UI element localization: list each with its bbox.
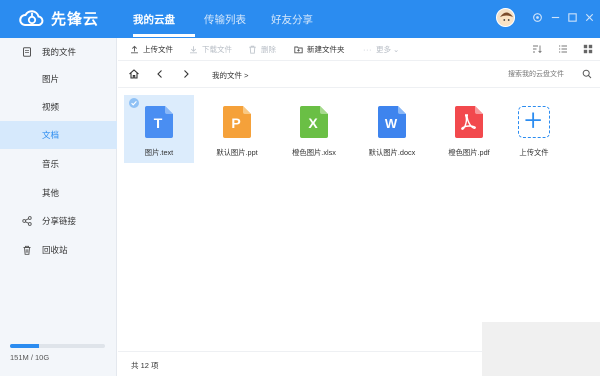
file-name: 橙色图片.xlsx — [292, 148, 336, 157]
avatar[interactable] — [496, 8, 515, 27]
ppt-file-icon: P — [223, 106, 251, 138]
sidebar-item-label: 图片 — [42, 74, 60, 84]
minimize-icon[interactable] — [549, 12, 561, 24]
file-item-xlsx[interactable]: X 橙色图片.xlsx — [279, 95, 349, 163]
delete-label: 删除 — [261, 45, 276, 54]
maximize-icon[interactable] — [566, 12, 578, 24]
app-name: 先锋云 — [51, 10, 100, 28]
settings-icon[interactable] — [531, 12, 543, 24]
back-arrow-icon[interactable] — [154, 68, 166, 80]
svg-text:P: P — [231, 115, 240, 131]
sidebar: 我的文件 图片 视频 文档 音乐 其他 分享链接 回收站 151M / 10G — [0, 38, 117, 376]
text-file-icon: T — [145, 106, 173, 138]
file-name: 橙色图片.pdf — [448, 148, 490, 157]
close-icon[interactable] — [583, 12, 595, 24]
upload-file-tile[interactable]: 上传文件 — [499, 95, 569, 163]
check-icon[interactable] — [129, 98, 139, 108]
storage-progress-bar — [10, 344, 105, 348]
upload-file-button[interactable]: 上传文件 — [130, 44, 173, 55]
upload-plus-icon — [518, 106, 550, 138]
upload-file-label: 上传文件 — [143, 45, 173, 54]
more-label: 更多 — [376, 45, 391, 54]
upload-icon — [131, 45, 138, 54]
file-item-docx[interactable]: W 默认图片.docx — [357, 95, 427, 163]
new-folder-label: 新建文件夹 — [307, 45, 345, 54]
word-file-icon: W — [378, 106, 406, 138]
grid-view-icon[interactable] — [583, 44, 593, 54]
top-bar: 先锋云 我的云盘 传输列表 好友分享 — [0, 0, 600, 38]
folder-plus-icon — [294, 46, 303, 54]
pdf-file-icon — [455, 106, 483, 138]
share-icon — [22, 216, 32, 226]
upload-tile-label: 上传文件 — [519, 148, 549, 157]
chevron-down-icon: ⌄ — [393, 45, 400, 54]
sidebar-item-other[interactable]: 其他 — [0, 179, 117, 207]
new-folder-button[interactable]: 新建文件夹 — [294, 44, 345, 55]
sidebar-item-videos[interactable]: 视频 — [0, 93, 117, 121]
corner-overlay — [482, 322, 600, 376]
app-logo: 先锋云 — [18, 7, 99, 29]
more-button[interactable]: ··· 更多 ⌄ — [363, 44, 399, 55]
sidebar-item-label: 视频 — [42, 102, 60, 112]
path-bar: 我的文件 > — [118, 61, 600, 88]
toolbar: 上传文件 下载文件 删除 新建文件夹 ··· 更多 ⌄ — [118, 38, 600, 61]
sidebar-item-label: 我的文件 — [42, 47, 77, 57]
file-name: 默认图片.docx — [368, 148, 416, 157]
file-name: 图片.text — [144, 148, 174, 157]
trash-icon — [249, 45, 256, 54]
cloud-logo-icon — [19, 10, 44, 26]
svg-text:T: T — [154, 115, 163, 131]
file-icon — [23, 47, 31, 57]
sidebar-item-share-links[interactable]: 分享链接 — [0, 207, 117, 235]
sidebar-item-documents[interactable]: 文档 — [0, 121, 117, 149]
file-item-text[interactable]: T 图片.text — [124, 95, 194, 163]
sidebar-item-label: 回收站 — [42, 245, 68, 255]
sidebar-item-recycle-bin[interactable]: 回收站 — [0, 236, 117, 264]
avatar-face-icon — [500, 12, 513, 26]
tab-transfer-list[interactable]: 传输列表 — [204, 12, 246, 27]
storage-progress-fill — [10, 344, 39, 348]
sort-icon[interactable] — [532, 44, 542, 54]
file-item-ppt[interactable]: P 默认图片.ppt — [202, 95, 272, 163]
download-file-label: 下载文件 — [202, 45, 232, 54]
svg-text:W: W — [385, 116, 398, 131]
sidebar-item-music[interactable]: 音乐 — [0, 150, 117, 178]
file-name: 默认图片.ppt — [216, 148, 258, 157]
download-file-button[interactable]: 下载文件 — [189, 44, 232, 55]
sidebar-item-label: 其他 — [42, 188, 60, 198]
sidebar-item-my-files[interactable]: 我的文件 — [0, 38, 117, 66]
more-dots-icon: ··· — [363, 45, 372, 54]
search-icon[interactable] — [582, 69, 592, 79]
sidebar-item-label: 分享链接 — [42, 216, 77, 226]
tab-my-cloud[interactable]: 我的云盘 — [133, 12, 175, 27]
active-tab-indicator — [133, 34, 195, 37]
search-input[interactable] — [508, 68, 593, 82]
breadcrumb[interactable]: 我的文件 > — [212, 70, 248, 81]
trash-icon — [23, 245, 31, 255]
item-count: 共 12 项 — [131, 361, 159, 370]
storage-usage-text: 151M / 10G — [10, 353, 50, 362]
list-view-icon[interactable] — [558, 44, 568, 54]
download-icon — [190, 46, 197, 54]
excel-file-icon: X — [300, 106, 328, 138]
svg-text:X: X — [308, 115, 318, 131]
delete-button[interactable]: 删除 — [248, 44, 276, 55]
sidebar-item-label: 文档 — [42, 130, 60, 140]
sidebar-item-label: 音乐 — [42, 159, 60, 169]
forward-arrow-icon[interactable] — [180, 68, 192, 80]
file-item-pdf[interactable]: 橙色图片.pdf — [434, 95, 504, 163]
home-icon[interactable] — [128, 68, 140, 80]
sidebar-item-images[interactable]: 图片 — [0, 65, 117, 93]
tab-friend-share[interactable]: 好友分享 — [271, 12, 313, 27]
